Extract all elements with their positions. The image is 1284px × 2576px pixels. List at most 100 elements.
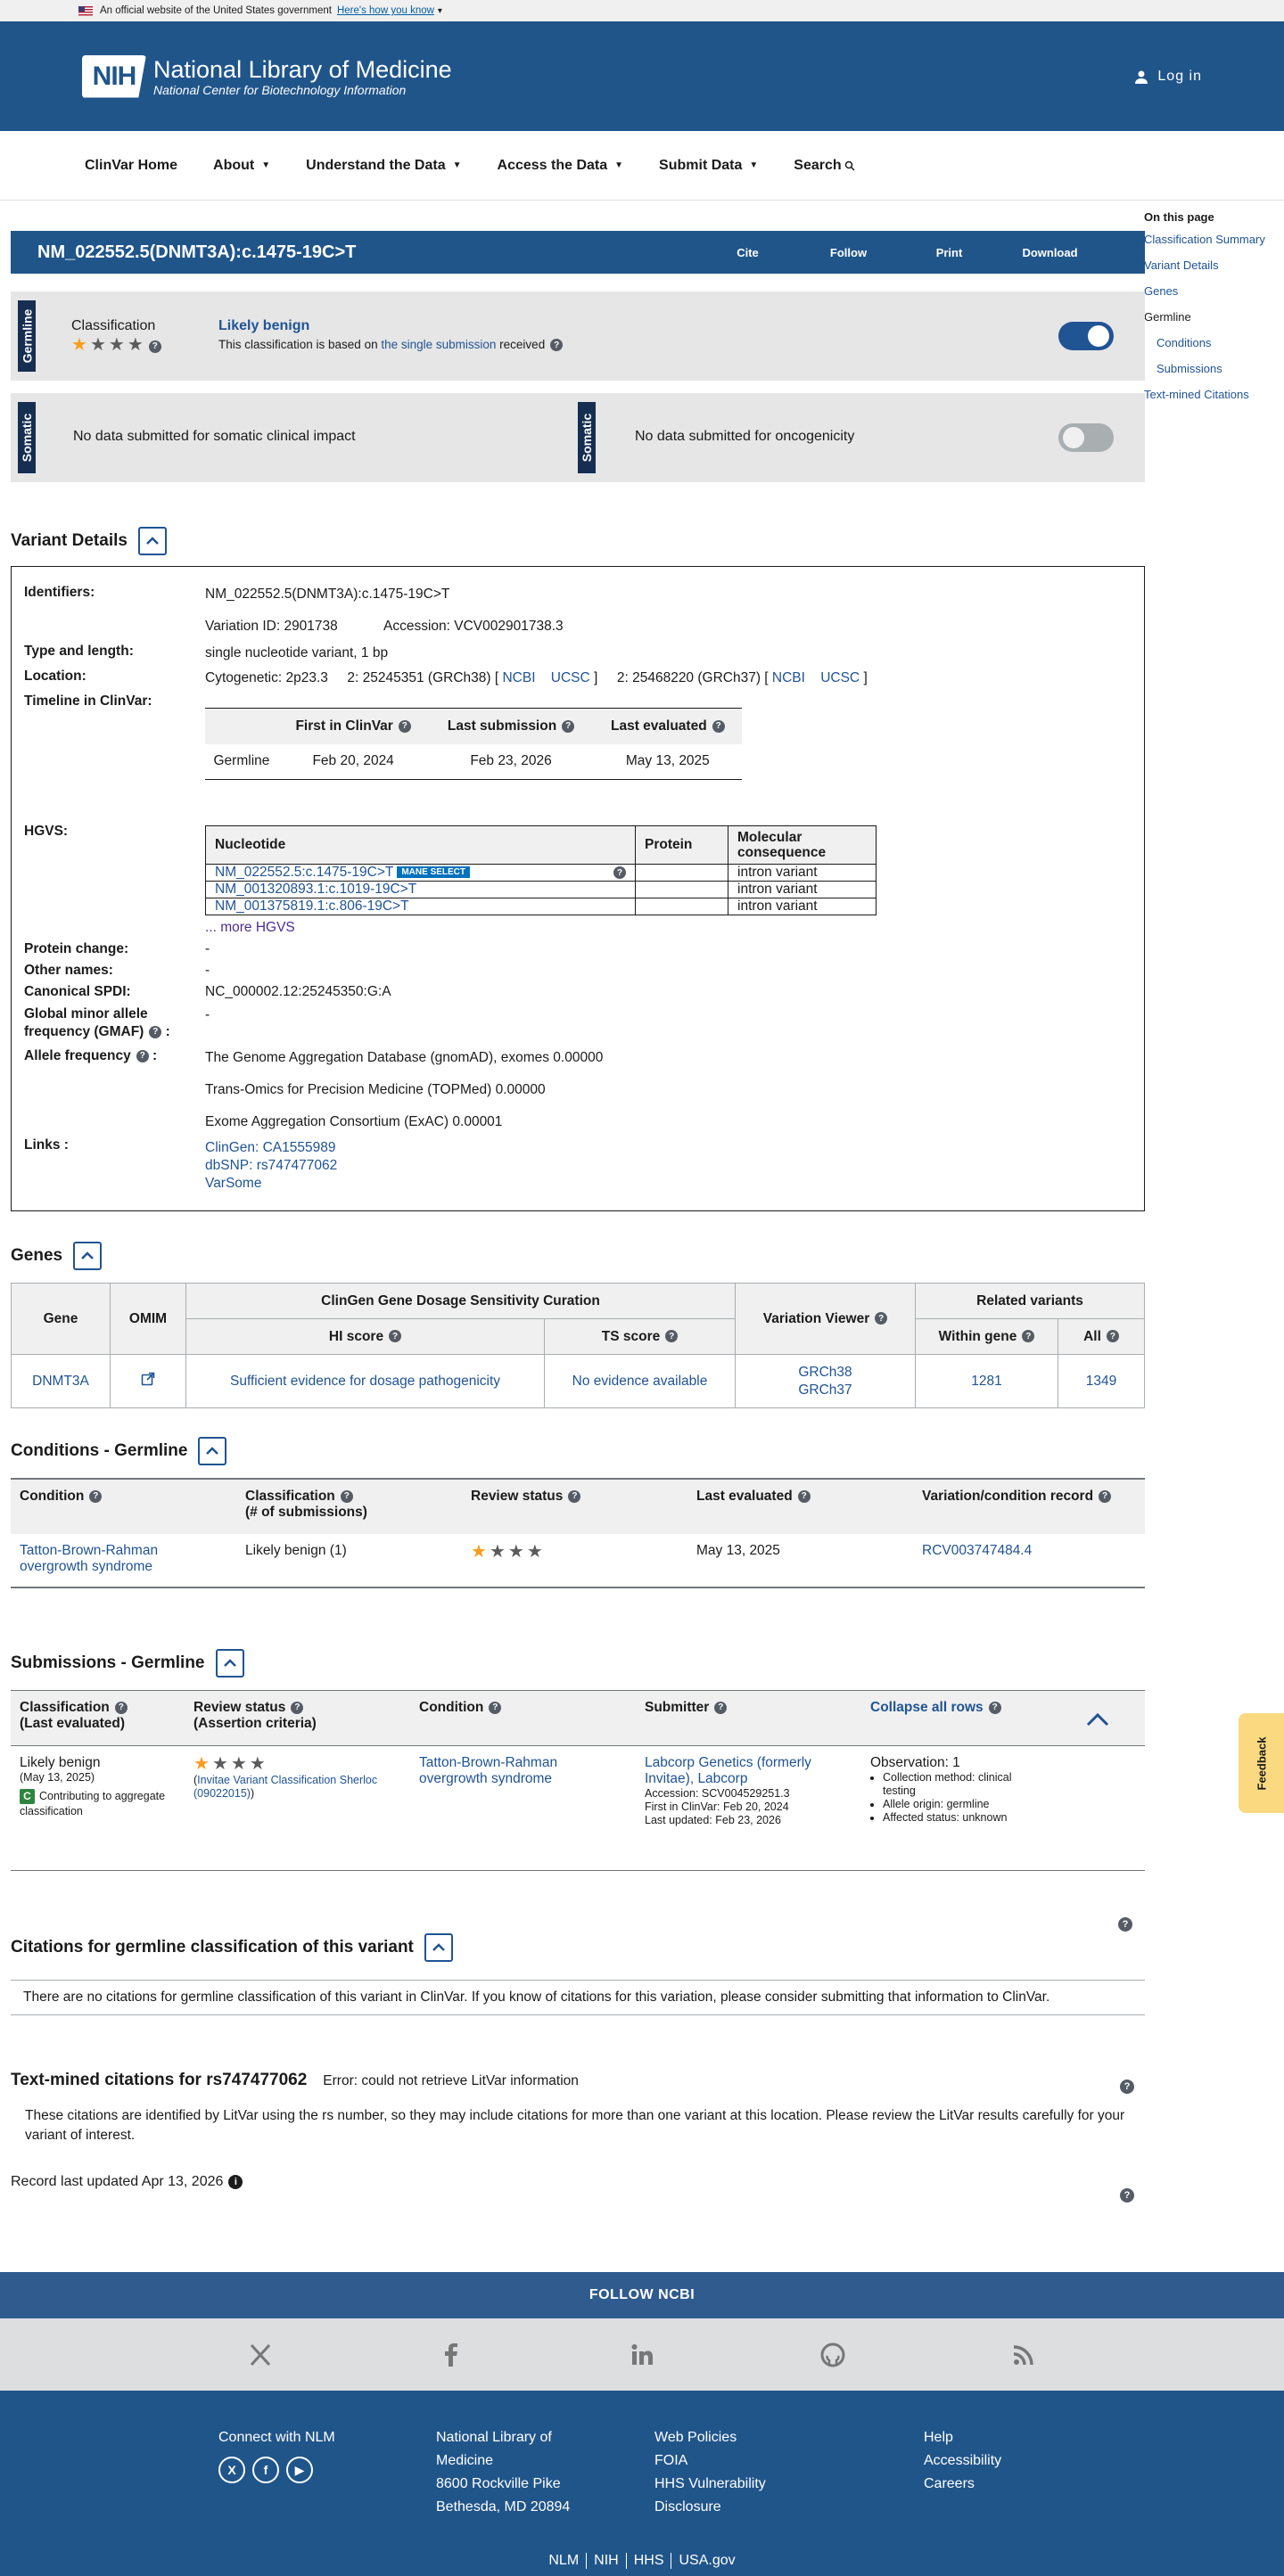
nav-link-submissions[interactable]: Submissions: [1144, 362, 1284, 375]
help-icon[interactable]: ?: [797, 1489, 811, 1503]
nih-logo[interactable]: NIH: [82, 54, 146, 98]
brand-subtitle[interactable]: National Center for Biotechnology Inform…: [153, 83, 452, 97]
chevron-down-icon[interactable]: ▾: [438, 6, 442, 16]
hhs-link[interactable]: HHS: [627, 2553, 672, 2569]
nav-access-data[interactable]: Access the Data ▼: [498, 158, 624, 174]
help-icon[interactable]: ?: [613, 866, 626, 879]
nih-link[interactable]: NIH: [587, 2553, 627, 2569]
facebook-icon[interactable]: [438, 2342, 465, 2368]
germline-toggle[interactable]: [1058, 322, 1114, 350]
web-policies-link[interactable]: Web Policies: [654, 2426, 766, 2449]
clingen-link[interactable]: ClinGen: CA1555989: [205, 1139, 337, 1157]
gene-link-dnmt3a[interactable]: DNMT3A: [32, 1374, 89, 1389]
collapse-genes-button[interactable]: [73, 1242, 103, 1270]
submission-condition-link[interactable]: Tatton-Brown-Rahman overgrowth syndrome: [419, 1755, 557, 1786]
foia-link[interactable]: FOIA: [654, 2449, 766, 2473]
help-icon[interactable]: ?: [89, 1489, 103, 1503]
youtube-circle-icon[interactable]: ▶: [286, 2457, 313, 2483]
facebook-circle-icon[interactable]: f: [252, 2457, 279, 2483]
nav-link-classification-summary[interactable]: Classification Summary: [1144, 233, 1284, 246]
ncbi-link-grch37[interactable]: NCBI: [772, 670, 805, 685]
nlm-link[interactable]: NLM: [541, 2553, 588, 2569]
help-icon[interactable]: ?: [489, 1701, 502, 1714]
nav-link-genes[interactable]: Genes: [1144, 284, 1284, 298]
help-icon[interactable]: ?: [568, 1489, 581, 1503]
github-icon[interactable]: [819, 2342, 846, 2368]
help-icon[interactable]: ?: [1099, 1489, 1112, 1503]
collapse-all-rows-link[interactable]: Collapse all rows: [870, 1700, 984, 1715]
ucsc-link-grch38[interactable]: UCSC: [551, 670, 590, 685]
collapse-conditions-button[interactable]: [198, 1437, 227, 1465]
hgvs-link[interactable]: NM_022552.5:c.1475-19C>T: [215, 865, 393, 880]
help-icon[interactable]: ?: [1120, 2188, 1134, 2203]
viewer-grch38-link[interactable]: GRCh38: [736, 1364, 915, 1382]
assertion-criteria-link[interactable]: Invitae Variant Classification Sherloc (…: [193, 1774, 377, 1800]
viewer-grch37-link[interactable]: GRCh37: [736, 1382, 915, 1399]
help-icon[interactable]: ?: [136, 1049, 149, 1062]
ucsc-link-grch37[interactable]: UCSC: [820, 670, 860, 685]
help-icon[interactable]: ?: [148, 340, 161, 353]
within-gene-link[interactable]: 1281: [971, 1374, 1001, 1389]
help-icon[interactable]: ?: [550, 339, 564, 352]
ncbi-link-grch38[interactable]: NCBI: [502, 670, 535, 685]
help-icon[interactable]: ?: [1120, 2080, 1134, 2094]
linkedin-icon[interactable]: [629, 2342, 655, 2368]
accessibility-link[interactable]: Accessibility: [924, 2449, 1001, 2473]
ts-score-link[interactable]: No evidence available: [572, 1374, 708, 1389]
disclosure-link[interactable]: Disclosure: [654, 2496, 766, 2519]
hgvs-link[interactable]: NM_001375819.1:c.806-19C>T: [215, 898, 409, 914]
help-icon[interactable]: ?: [398, 719, 411, 733]
download-button[interactable]: Download: [1000, 246, 1100, 259]
help-icon[interactable]: ?: [1106, 1330, 1119, 1343]
help-icon[interactable]: ?: [875, 1312, 888, 1325]
hhs-vulnerability-link[interactable]: HHS Vulnerability: [654, 2473, 766, 2496]
feedback-button[interactable]: Feedback: [1239, 1713, 1284, 1813]
nav-link-variant-details[interactable]: Variant Details: [1144, 258, 1284, 272]
help-icon[interactable]: ?: [114, 1701, 128, 1714]
help-icon[interactable]: ?: [389, 1330, 402, 1343]
login-button[interactable]: Log in: [1134, 69, 1202, 85]
single-submission-link[interactable]: the single submission: [381, 338, 496, 351]
nav-link-conditions[interactable]: Conditions: [1144, 336, 1284, 349]
somatic-toggle[interactable]: [1058, 423, 1114, 452]
collapse-variant-details-button[interactable]: [137, 527, 167, 555]
nlm-brand[interactable]: NIH National Library of Medicine Nationa…: [82, 54, 452, 98]
help-icon[interactable]: ?: [665, 1330, 679, 1343]
help-icon[interactable]: ?: [562, 719, 575, 733]
x-twitter-icon[interactable]: [247, 2342, 274, 2368]
collapse-citations-button[interactable]: [424, 1933, 453, 1962]
classification-result[interactable]: Likely benign: [218, 318, 309, 334]
more-hgvs-link[interactable]: ... more HGVS: [205, 920, 295, 936]
varsome-link[interactable]: VarSome: [205, 1175, 337, 1193]
print-button[interactable]: Print: [899, 246, 1000, 259]
chevron-up-icon[interactable]: [1086, 1712, 1109, 1727]
nav-submit-data[interactable]: Submit Data ▼: [659, 158, 758, 174]
how-you-know-link[interactable]: Here's how you know: [337, 5, 434, 16]
cite-button[interactable]: Cite: [697, 246, 798, 259]
external-link-icon[interactable]: [141, 1372, 155, 1386]
usagov-link[interactable]: USA.gov: [671, 2553, 742, 2569]
brand-title[interactable]: National Library of Medicine: [153, 56, 452, 83]
hgvs-link[interactable]: NM_001320893.1:c.1019-19C>T: [215, 882, 416, 897]
info-icon[interactable]: i: [228, 2175, 243, 2189]
nav-search[interactable]: Search: [794, 158, 855, 174]
help-icon[interactable]: ?: [1118, 1917, 1132, 1932]
follow-button[interactable]: Follow: [798, 246, 899, 259]
submitter-link[interactable]: Labcorp Genetics (formerly Invitae), Lab…: [645, 1755, 852, 1787]
help-link[interactable]: Help: [924, 2426, 1001, 2449]
dbsnp-link[interactable]: dbSNP: rs747477062: [205, 1157, 337, 1175]
collapse-submissions-button[interactable]: [215, 1649, 244, 1678]
x-twitter-circle-icon[interactable]: X: [218, 2457, 245, 2483]
nav-link-text-mined-citations[interactable]: Text-mined Citations: [1144, 388, 1284, 401]
rss-icon[interactable]: [1010, 2342, 1037, 2368]
nav-clinvar-home[interactable]: ClinVar Home: [85, 158, 177, 174]
help-icon[interactable]: ?: [714, 1701, 728, 1714]
careers-link[interactable]: Careers: [924, 2473, 1001, 2496]
help-icon[interactable]: ?: [340, 1489, 353, 1503]
all-variants-link[interactable]: 1349: [1086, 1374, 1116, 1389]
help-icon[interactable]: ?: [1022, 1330, 1035, 1343]
hi-score-link[interactable]: Sufficient evidence for dosage pathogeni…: [230, 1374, 500, 1389]
nav-about[interactable]: About ▼: [213, 158, 270, 174]
help-icon[interactable]: ?: [712, 719, 725, 733]
condition-link[interactable]: Tatton-Brown-Rahman overgrowth syndrome: [20, 1543, 158, 1574]
